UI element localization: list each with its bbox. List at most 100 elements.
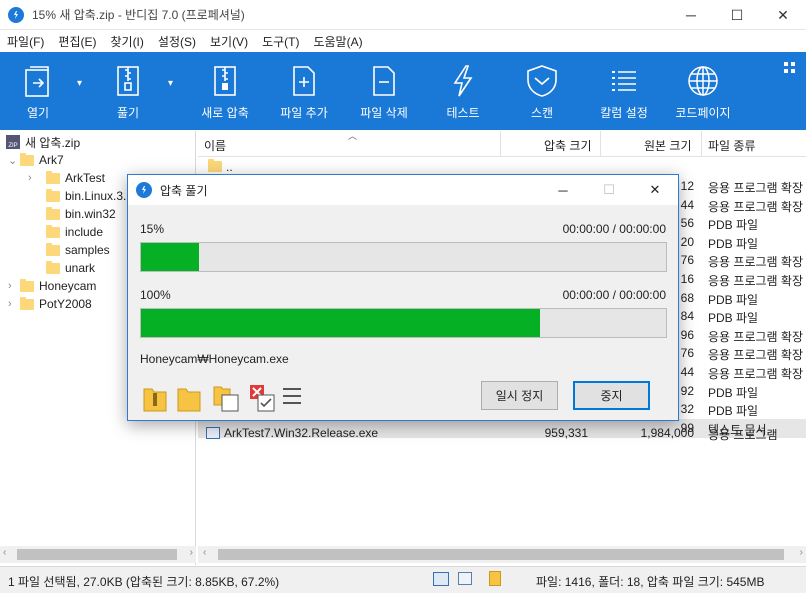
tree-item-honeycam[interactable]: › Honeycam — [8, 277, 96, 295]
file-type: PDB 파일 — [708, 293, 759, 307]
file-type: PDB 파일 — [708, 218, 759, 232]
chevron-right-icon[interactable]: › — [8, 280, 20, 292]
current-file-label: Honeycam₩Honeycam.exe — [140, 352, 289, 366]
menu-view[interactable]: 보기(V) — [203, 33, 255, 50]
add-file-button[interactable]: 파일 추가 — [276, 52, 332, 130]
open-dropdown-chevron-icon[interactable]: ▾ — [77, 78, 82, 89]
shield-icon — [527, 65, 557, 97]
extract-button[interactable]: 풀기 — [108, 52, 148, 130]
folder-icon — [20, 152, 34, 166]
bandizip-icon — [136, 182, 152, 198]
codepage-label: 코드페이지 — [675, 106, 731, 120]
tree-item-label: Ark7 — [39, 153, 64, 167]
thumbnail-view-icon[interactable] — [458, 572, 472, 585]
delete-file-label: 파일 삭제 — [360, 106, 408, 120]
menu-icon[interactable] — [282, 387, 302, 405]
folder-icon — [46, 242, 60, 256]
tree-root[interactable]: ZIP 새 압축.zip — [6, 133, 80, 151]
menu-tools[interactable]: 도구(T) — [255, 33, 306, 50]
dialog-minimize-button[interactable]: ─ — [540, 175, 586, 205]
extract-dropdown-chevron-icon[interactable]: ▾ — [168, 78, 173, 89]
open-label: 열기 — [26, 106, 50, 120]
scan-button[interactable]: 스캔 — [520, 52, 564, 130]
title-bar: 15% 새 압축.zip - 반디집 7.0 (프로페셔널) ─ ☐ ✕ — [0, 0, 806, 30]
maximize-button[interactable]: ☐ — [714, 0, 760, 30]
new-archive-button[interactable]: 새로 압축 — [197, 52, 253, 130]
column-divider[interactable] — [701, 131, 702, 157]
chevron-right-icon[interactable]: › — [8, 298, 20, 310]
window-title: 15% 새 압축.zip - 반디집 7.0 (프로페셔널) — [32, 8, 245, 22]
tree-item-include[interactable]: include — [46, 223, 103, 241]
tree-item-samples[interactable]: samples — [46, 241, 110, 259]
tree-item-unark[interactable]: unark — [46, 259, 95, 277]
status-bar: 1 파일 선택됨, 27.0KB (압축된 크기: 8.85KB, 67.2%)… — [0, 566, 806, 593]
parent-folder-label: .. — [226, 160, 233, 174]
scroll-right-icon[interactable]: › — [800, 547, 803, 558]
tree-item-label: samples — [65, 243, 110, 257]
dialog-close-button[interactable]: ✕ — [632, 175, 678, 205]
list-icon — [612, 71, 636, 91]
file-name: ArkTest7.Win32.Release.exe — [224, 426, 379, 440]
scroll-left-icon[interactable]: ‹ — [203, 547, 206, 558]
menu-help[interactable]: 도움말(A) — [306, 33, 369, 50]
tree-item-bin-win32[interactable]: bin.win32 — [46, 205, 116, 223]
original-size: 44 — [680, 365, 694, 379]
details-view-icon[interactable] — [433, 572, 449, 586]
tree-item-ark7[interactable]: ⌄ Ark7 — [8, 151, 64, 169]
file-type: 응용 프로그램 확장 — [708, 348, 803, 362]
minimize-button[interactable]: ─ — [668, 0, 714, 30]
tree-item-arktest[interactable]: › ArkTest — [28, 169, 105, 187]
menu-find[interactable]: 찾기(I) — [103, 33, 150, 50]
delete-after-extract-icon[interactable] — [248, 383, 276, 413]
sort-ascending-icon: ︿ — [348, 131, 358, 141]
list-header: ︿ 이름 압축 크기 원본 크기 파일 종류 — [198, 131, 806, 157]
tree-horizontal-scrollbar[interactable]: ‹ › — [0, 546, 196, 563]
tree-item-bin-linux[interactable]: bin.Linux.3. — [46, 187, 126, 205]
new-archive-icon — [214, 66, 236, 96]
menu-edit[interactable]: 편집(E) — [51, 33, 103, 50]
archive-folder-icon[interactable] — [142, 383, 168, 413]
column-file-type[interactable]: 파일 종류 — [708, 137, 756, 154]
list-horizontal-scrollbar[interactable]: ‹ › — [198, 546, 806, 563]
layout-grid-icon[interactable] — [784, 62, 796, 74]
close-button[interactable]: ✕ — [760, 0, 806, 30]
chevron-right-icon[interactable]: › — [28, 172, 40, 184]
tree-item-label: unark — [65, 261, 96, 275]
scroll-right-icon[interactable]: › — [190, 547, 193, 558]
scroll-thumb[interactable] — [218, 549, 784, 560]
pause-button[interactable]: 일시 정지 — [481, 381, 558, 410]
list-row-arktest-exe[interactable]: ArkTest7.Win32.Release.exe 959,331 1,984… — [198, 424, 806, 443]
archive-info-icon[interactable] — [489, 571, 501, 586]
column-packed-size[interactable]: 압축 크기 — [544, 137, 592, 154]
column-settings-button[interactable]: 칼럼 설정 — [595, 52, 653, 130]
column-name[interactable]: 이름 — [204, 137, 226, 154]
column-divider[interactable] — [500, 131, 501, 157]
packed-size: 959,331 — [544, 426, 588, 440]
tree-item-poty2008[interactable]: › PotY2008 — [8, 295, 92, 313]
chevron-down-icon[interactable]: ⌄ — [8, 154, 20, 167]
file-type: 응용 프로그램 확장 — [708, 200, 803, 214]
stop-button[interactable]: 중지 — [573, 381, 650, 410]
scroll-left-icon[interactable]: ‹ — [3, 547, 6, 558]
open-folder-icon[interactable] — [176, 383, 202, 413]
dialog-title-bar: 압축 풀기 ─ ☐ ✕ — [128, 175, 678, 205]
file-progress-fill — [141, 243, 199, 271]
menu-settings[interactable]: 설정(S) — [151, 33, 203, 50]
codepage-button[interactable]: 코드페이지 — [671, 52, 735, 130]
scroll-thumb[interactable] — [17, 549, 177, 560]
total-progress-percent: 100% — [140, 288, 171, 302]
new-archive-label: 새로 압축 — [201, 106, 249, 120]
column-original-size[interactable]: 원본 크기 — [644, 137, 692, 154]
menu-file[interactable]: 파일(F) — [0, 33, 51, 50]
test-button[interactable]: 테스트 — [441, 52, 485, 130]
original-size: 76 — [680, 346, 694, 360]
original-size: 84 — [680, 309, 694, 323]
copy-folder-icon[interactable] — [212, 383, 240, 413]
original-size: 68 — [680, 291, 694, 305]
column-divider[interactable] — [600, 131, 601, 157]
original-size: 32 — [680, 402, 694, 416]
delete-file-button[interactable]: 파일 삭제 — [356, 52, 412, 130]
tree-item-label: bin.Linux.3. — [65, 189, 127, 203]
file-progress-bar — [140, 242, 667, 272]
open-button[interactable]: 열기 — [18, 52, 58, 130]
